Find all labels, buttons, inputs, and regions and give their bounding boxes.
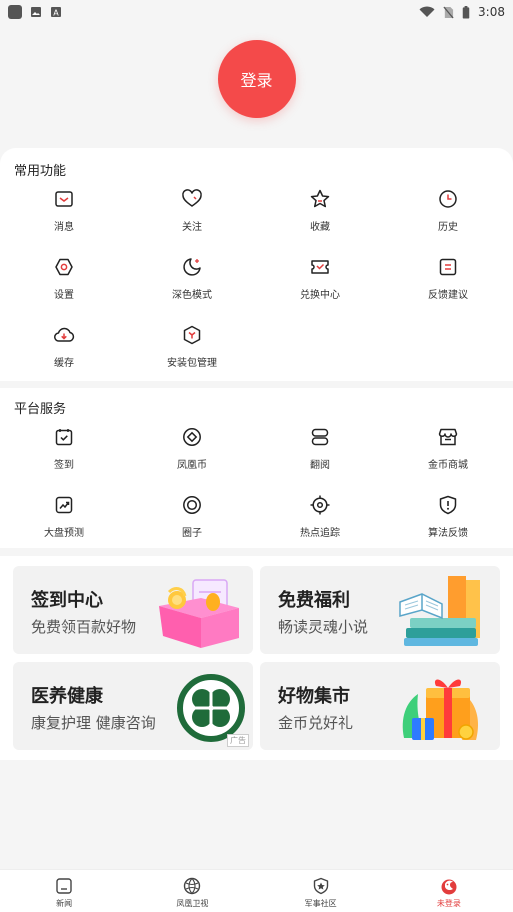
package-icon xyxy=(183,325,201,345)
bottom-tab-bar: 新闻 凤凰卫视 军事社区 未登录 xyxy=(0,869,513,912)
menu-item-algorithm-feedback[interactable]: 算法反馈 xyxy=(384,494,512,562)
menu-item-cache[interactable]: 缓存 xyxy=(0,324,128,392)
menu-item-feedback[interactable]: 反馈建议 xyxy=(384,256,512,324)
promo-section: 签到中心 免费领百款好物 免费福利 畅读灵魂小说 医养健康 康复护理 健康咨询 … xyxy=(0,556,513,760)
login-button[interactable]: 登录 xyxy=(217,40,296,118)
checkin-icon xyxy=(55,429,73,446)
books-illustration xyxy=(399,576,480,646)
menu-item-label: 历史 xyxy=(438,222,458,233)
promo-title: 免费福利 xyxy=(278,590,350,611)
gift-box-illustration xyxy=(159,579,239,648)
ticket-icon xyxy=(311,260,329,274)
tab-not-logged-in[interactable]: 未登录 xyxy=(385,870,513,912)
promo-title: 签到中心 xyxy=(31,590,103,611)
app-notification-icon xyxy=(8,5,22,19)
menu-item-settings[interactable]: 设置 xyxy=(0,256,128,324)
star-icon xyxy=(310,189,330,208)
common-functions-section: 常用功能 消息 关注 收藏 历史 设置 深色模式 兑换中心 反馈建议 缓存 安装… xyxy=(0,148,513,381)
menu-item-label: 签到 xyxy=(54,460,74,471)
menu-item-label: 消息 xyxy=(54,222,74,233)
message-icon xyxy=(55,191,73,207)
promo-subtitle: 畅读灵魂小说 xyxy=(278,618,369,636)
gift-boxes-illustration xyxy=(402,679,478,740)
menu-item-history[interactable]: 历史 xyxy=(384,188,512,256)
tab-military-community[interactable]: 军事社区 xyxy=(257,870,385,912)
menu-item-label: 兑换中心 xyxy=(300,290,340,301)
menu-item-label: 大盘预测 xyxy=(44,528,84,539)
menu-item-label: 翻阅 xyxy=(310,460,330,471)
menu-item-browse[interactable]: 翻阅 xyxy=(256,426,384,494)
svg-text:A: A xyxy=(53,9,59,18)
promo-tile-free-benefits[interactable]: 免费福利 畅读灵魂小说 xyxy=(260,566,500,654)
menu-item-label: 收藏 xyxy=(310,222,330,233)
promo-subtitle: 金币兑好礼 xyxy=(278,714,354,732)
promo-subtitle: 免费领百款好物 xyxy=(31,618,137,636)
menu-item-label: 深色模式 xyxy=(172,290,212,301)
heart-icon xyxy=(182,189,202,207)
circle-icon xyxy=(183,496,201,514)
user-phoenix-icon xyxy=(441,879,457,895)
promo-tile-health-care[interactable]: 医养健康 康复护理 健康咨询 广告 xyxy=(13,662,253,750)
menu-item-coin-store[interactable]: 金币商城 xyxy=(384,426,512,494)
promo-tile-goods-market[interactable]: 好物集市 金币兑好礼 xyxy=(260,662,500,750)
moon-icon xyxy=(183,258,201,276)
font-notification-icon: A xyxy=(50,6,62,18)
phoenix-icon xyxy=(184,877,201,895)
promo-tile-checkin-center[interactable]: 签到中心 免费领百款好物 xyxy=(13,566,253,654)
tab-label: 未登录 xyxy=(436,899,461,908)
feedback-icon xyxy=(439,258,457,276)
battery-icon xyxy=(462,5,470,19)
promo-title: 好物集市 xyxy=(278,686,350,707)
store-icon xyxy=(438,428,458,446)
tab-label: 凤凰卫视 xyxy=(176,899,209,908)
menu-item-hotspot-tracking[interactable]: 热点追踪 xyxy=(256,494,384,562)
coin-icon xyxy=(183,428,201,446)
status-time: 3:08 xyxy=(478,5,505,19)
military-star-icon xyxy=(313,877,328,895)
cloud-download-icon xyxy=(54,327,75,342)
menu-item-label: 反馈建议 xyxy=(428,290,468,301)
news-icon xyxy=(56,878,72,894)
book-icon xyxy=(311,428,329,446)
menu-item-label: 关注 xyxy=(182,222,202,233)
wifi-icon xyxy=(419,6,435,17)
gear-icon xyxy=(55,258,73,276)
target-icon xyxy=(310,495,330,515)
menu-item-label: 设置 xyxy=(54,290,74,301)
menu-item-redeem-center[interactable]: 兑换中心 xyxy=(256,256,384,324)
menu-item-checkin[interactable]: 签到 xyxy=(0,426,128,494)
menu-item-label: 算法反馈 xyxy=(428,528,468,539)
tab-phoenix-tv[interactable]: 凤凰卫视 xyxy=(128,870,256,912)
common-functions-title: 常用功能 xyxy=(14,164,67,179)
tab-news[interactable]: 新闻 xyxy=(0,870,128,912)
status-bar: A 3:08 xyxy=(0,0,513,24)
tab-label: 新闻 xyxy=(56,899,73,908)
menu-item-follow[interactable]: 关注 xyxy=(128,188,256,256)
promo-title: 医养健康 xyxy=(31,686,103,707)
menu-item-dark-mode[interactable]: 深色模式 xyxy=(128,256,256,324)
menu-item-market-forecast[interactable]: 大盘预测 xyxy=(0,494,128,562)
clock-icon xyxy=(439,190,457,208)
menu-item-favorites[interactable]: 收藏 xyxy=(256,188,384,256)
menu-item-label: 热点追踪 xyxy=(300,528,340,539)
menu-item-label: 金币商城 xyxy=(428,460,468,471)
platform-services-section: 平台服务 签到 凤凰币 翻阅 金币商城 大盘预测 圈子 热点追踪 算法反馈 xyxy=(0,388,513,548)
platform-services-title: 平台服务 xyxy=(14,402,67,417)
menu-item-phoenix-coin[interactable]: 凤凰币 xyxy=(128,426,256,494)
shield-alert-icon xyxy=(439,495,457,515)
menu-item-label: 圈子 xyxy=(182,528,202,539)
trend-icon xyxy=(55,496,73,514)
image-notification-icon xyxy=(30,6,42,18)
menu-item-package-manager[interactable]: 安装包管理 xyxy=(128,324,256,392)
no-sim-icon xyxy=(443,6,454,18)
menu-item-label: 安装包管理 xyxy=(167,358,217,369)
menu-item-label: 凤凰币 xyxy=(177,460,207,471)
menu-item-label: 缓存 xyxy=(54,358,74,369)
menu-item-messages[interactable]: 消息 xyxy=(0,188,128,256)
promo-subtitle: 康复护理 健康咨询 xyxy=(31,714,156,732)
ad-badge: 广告 xyxy=(227,734,249,747)
menu-item-circle[interactable]: 圈子 xyxy=(128,494,256,562)
tab-label: 军事社区 xyxy=(304,899,337,908)
